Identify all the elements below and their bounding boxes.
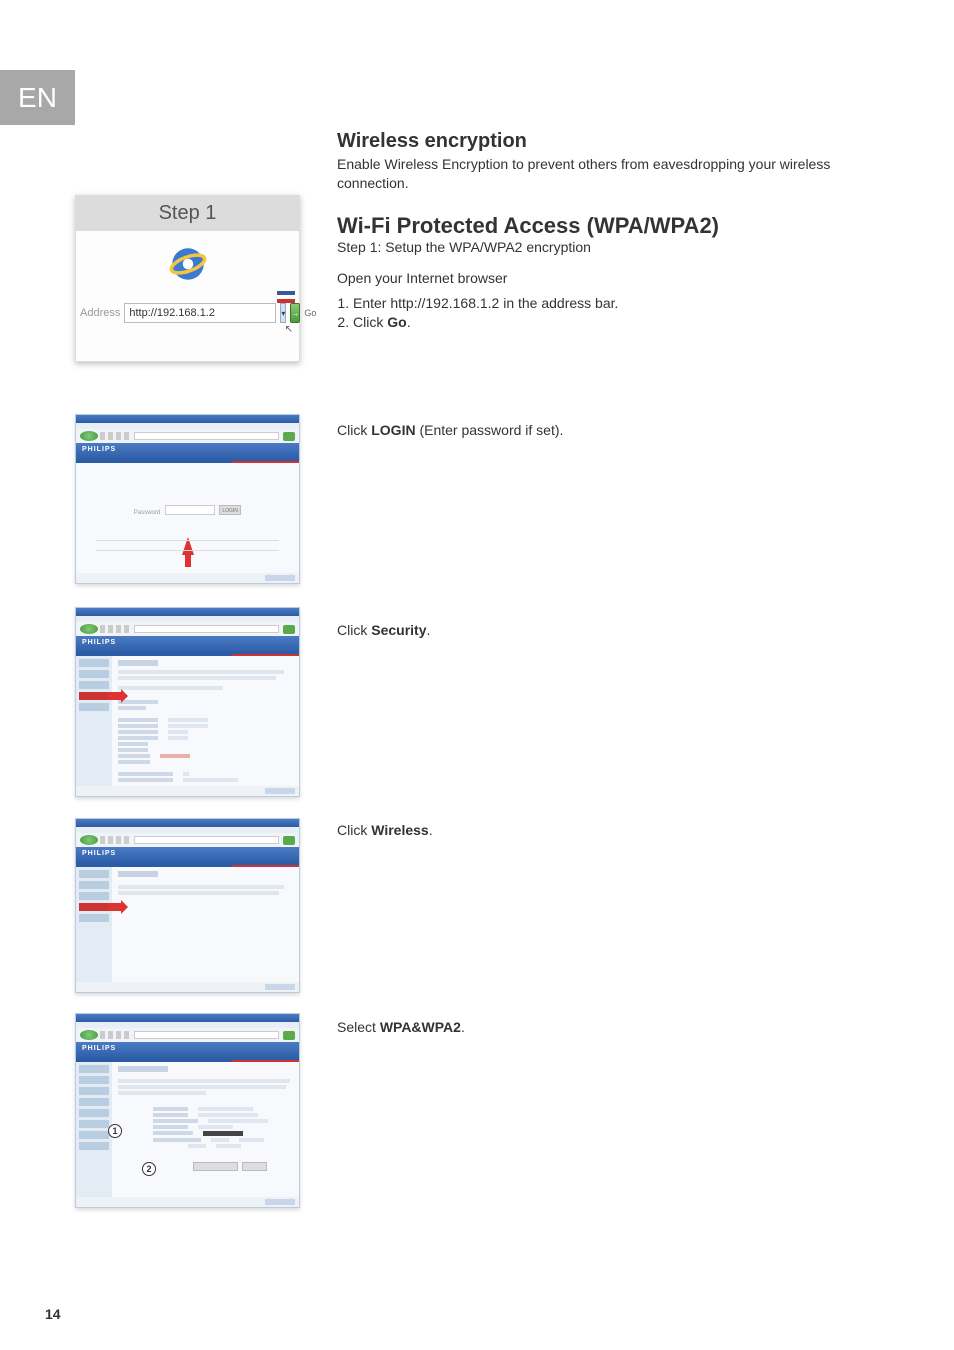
callout-1: 1	[108, 1124, 122, 1138]
login-button-mock: LOGIN	[219, 505, 241, 515]
go-button-label: Go	[304, 308, 316, 318]
callout-2: 2	[142, 1162, 156, 1176]
wireless-bold: Wireless	[371, 822, 428, 838]
wireless-pre: Click	[337, 822, 371, 838]
wpa-pre: Select	[337, 1019, 380, 1035]
login-pre: Click	[337, 422, 371, 438]
step1-card-title: Step 1	[76, 196, 299, 231]
instruction-login: Click LOGIN (Enter password if set).	[337, 422, 869, 438]
step1-li1: Enter http://192.168.1.2 in the address …	[353, 294, 869, 314]
main-content: Wireless encryption Enable Wireless Encr…	[337, 130, 869, 333]
brand-label: PHILIPS	[82, 850, 116, 857]
language-tab: EN	[0, 70, 75, 125]
brand-label: PHILIPS	[82, 446, 116, 453]
address-label: Address	[80, 307, 120, 319]
cursor-icon: ↖	[285, 324, 293, 335]
address-input[interactable]	[124, 303, 276, 323]
wpa-bold: WPA&WPA2	[380, 1019, 461, 1035]
figure-login-screenshot: PHILIPS Password LOGIN	[75, 414, 300, 584]
figure-wpa-screenshot: PHILIPS	[75, 1013, 300, 1208]
figure-security-screenshot: PHILIPS	[75, 607, 300, 797]
wpa-post: .	[461, 1019, 465, 1035]
instruction-security: Click Security.	[337, 622, 869, 638]
li2-pre: Click	[353, 314, 387, 330]
section-desc: Enable Wireless Encryption to prevent ot…	[337, 155, 869, 193]
li2-post: .	[407, 314, 411, 330]
figure-wireless-screenshot: PHILIPS	[75, 818, 300, 993]
brand-label: PHILIPS	[82, 639, 116, 646]
open-browser-text: Open your Internet browser	[337, 269, 869, 288]
address-dropdown-icon[interactable]: ▾	[280, 303, 286, 323]
step1-ordered-list: Enter http://192.168.1.2 in the address …	[353, 294, 869, 333]
go-button[interactable]: →	[290, 303, 300, 323]
instruction-wireless: Click Wireless.	[337, 822, 869, 838]
red-arrow-right-icon	[108, 692, 122, 700]
red-arrow-right-icon	[108, 903, 122, 911]
wireless-post: .	[429, 822, 433, 838]
page-number: 14	[45, 1306, 61, 1322]
figure-step1-card: Step 1 Address ▾ → Go ↖	[75, 195, 300, 362]
security-post: .	[426, 622, 430, 638]
instruction-wpa: Select WPA&WPA2.	[337, 1019, 869, 1035]
password-input	[165, 505, 215, 515]
brand-label: PHILIPS	[82, 1045, 116, 1052]
password-label: Password	[134, 510, 160, 516]
back-button-icon	[80, 431, 98, 441]
section-title-wireless-encryption: Wireless encryption	[337, 130, 869, 153]
login-post: (Enter password if set).	[416, 422, 564, 438]
login-bold: LOGIN	[371, 422, 415, 438]
step1-li2: Click Go.	[353, 313, 869, 333]
internet-explorer-icon	[167, 243, 209, 285]
li2-bold: Go	[387, 314, 406, 330]
wpa-step-label: Step 1: Setup the WPA/WPA2 encryption	[337, 239, 869, 255]
go-icon	[283, 432, 295, 441]
security-pre: Click	[337, 622, 371, 638]
security-bold: Security	[371, 622, 426, 638]
wpa-heading: Wi-Fi Protected Access (WPA/WPA2)	[337, 213, 869, 239]
